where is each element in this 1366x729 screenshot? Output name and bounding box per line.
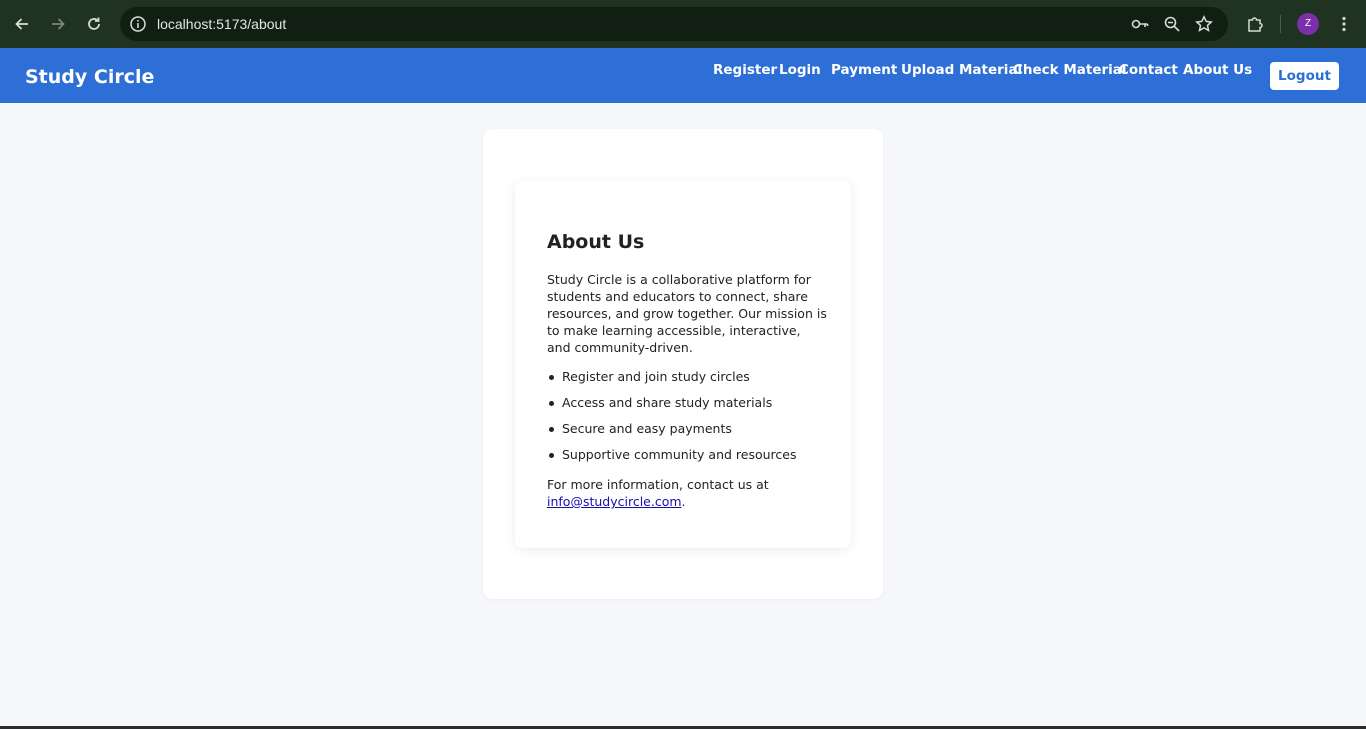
contact-suffix: . (681, 494, 686, 509)
feature-item: Register and join study circles (547, 368, 796, 394)
address-bar[interactable]: localhost:5173/about (120, 7, 1228, 41)
extensions-icon[interactable] (1243, 12, 1267, 36)
brand-logo[interactable]: Study Circle (25, 48, 154, 106)
nav-upload-material[interactable]: Upload Material (901, 62, 1022, 80)
nav-about-us[interactable]: About Us (1183, 62, 1252, 80)
toolbar-divider (1280, 15, 1281, 33)
nav-check-material[interactable]: Check Material (1013, 62, 1127, 80)
contact-line: For more information, contact us at info… (547, 476, 827, 510)
url-text[interactable]: localhost:5173/about (157, 7, 286, 41)
contact-prefix: For more information, contact us at (547, 477, 769, 492)
feature-item: Secure and easy payments (547, 420, 796, 446)
reload-icon[interactable] (82, 12, 106, 36)
password-key-icon[interactable] (1130, 14, 1150, 34)
logout-button[interactable]: Logout (1270, 62, 1339, 90)
profile-avatar[interactable]: Z (1297, 13, 1319, 35)
features-list: Register and join study circles Access a… (547, 368, 796, 472)
browser-toolbar: localhost:5173/about Z (0, 0, 1366, 48)
menu-kebab-icon[interactable] (1332, 12, 1356, 36)
contact-email-link[interactable]: info@studycircle.com (547, 494, 682, 509)
forward-icon[interactable] (46, 12, 70, 36)
nav-login[interactable]: Login (779, 62, 821, 80)
app-header: Study Circle Register Login Payment Uplo… (0, 48, 1366, 103)
page-title: About Us (547, 231, 645, 253)
back-icon[interactable] (10, 12, 34, 36)
bookmark-star-icon[interactable] (1194, 14, 1214, 34)
about-description: Study Circle is a collaborative platform… (547, 272, 827, 355)
feature-item: Supportive community and resources (547, 446, 796, 472)
nav-contact[interactable]: Contact (1119, 62, 1178, 80)
nav-register[interactable]: Register (713, 62, 777, 80)
site-info-icon[interactable] (128, 14, 148, 34)
feature-item: Access and share study materials (547, 394, 796, 420)
nav-payment[interactable]: Payment (831, 62, 897, 80)
zoom-icon[interactable] (1162, 14, 1182, 34)
